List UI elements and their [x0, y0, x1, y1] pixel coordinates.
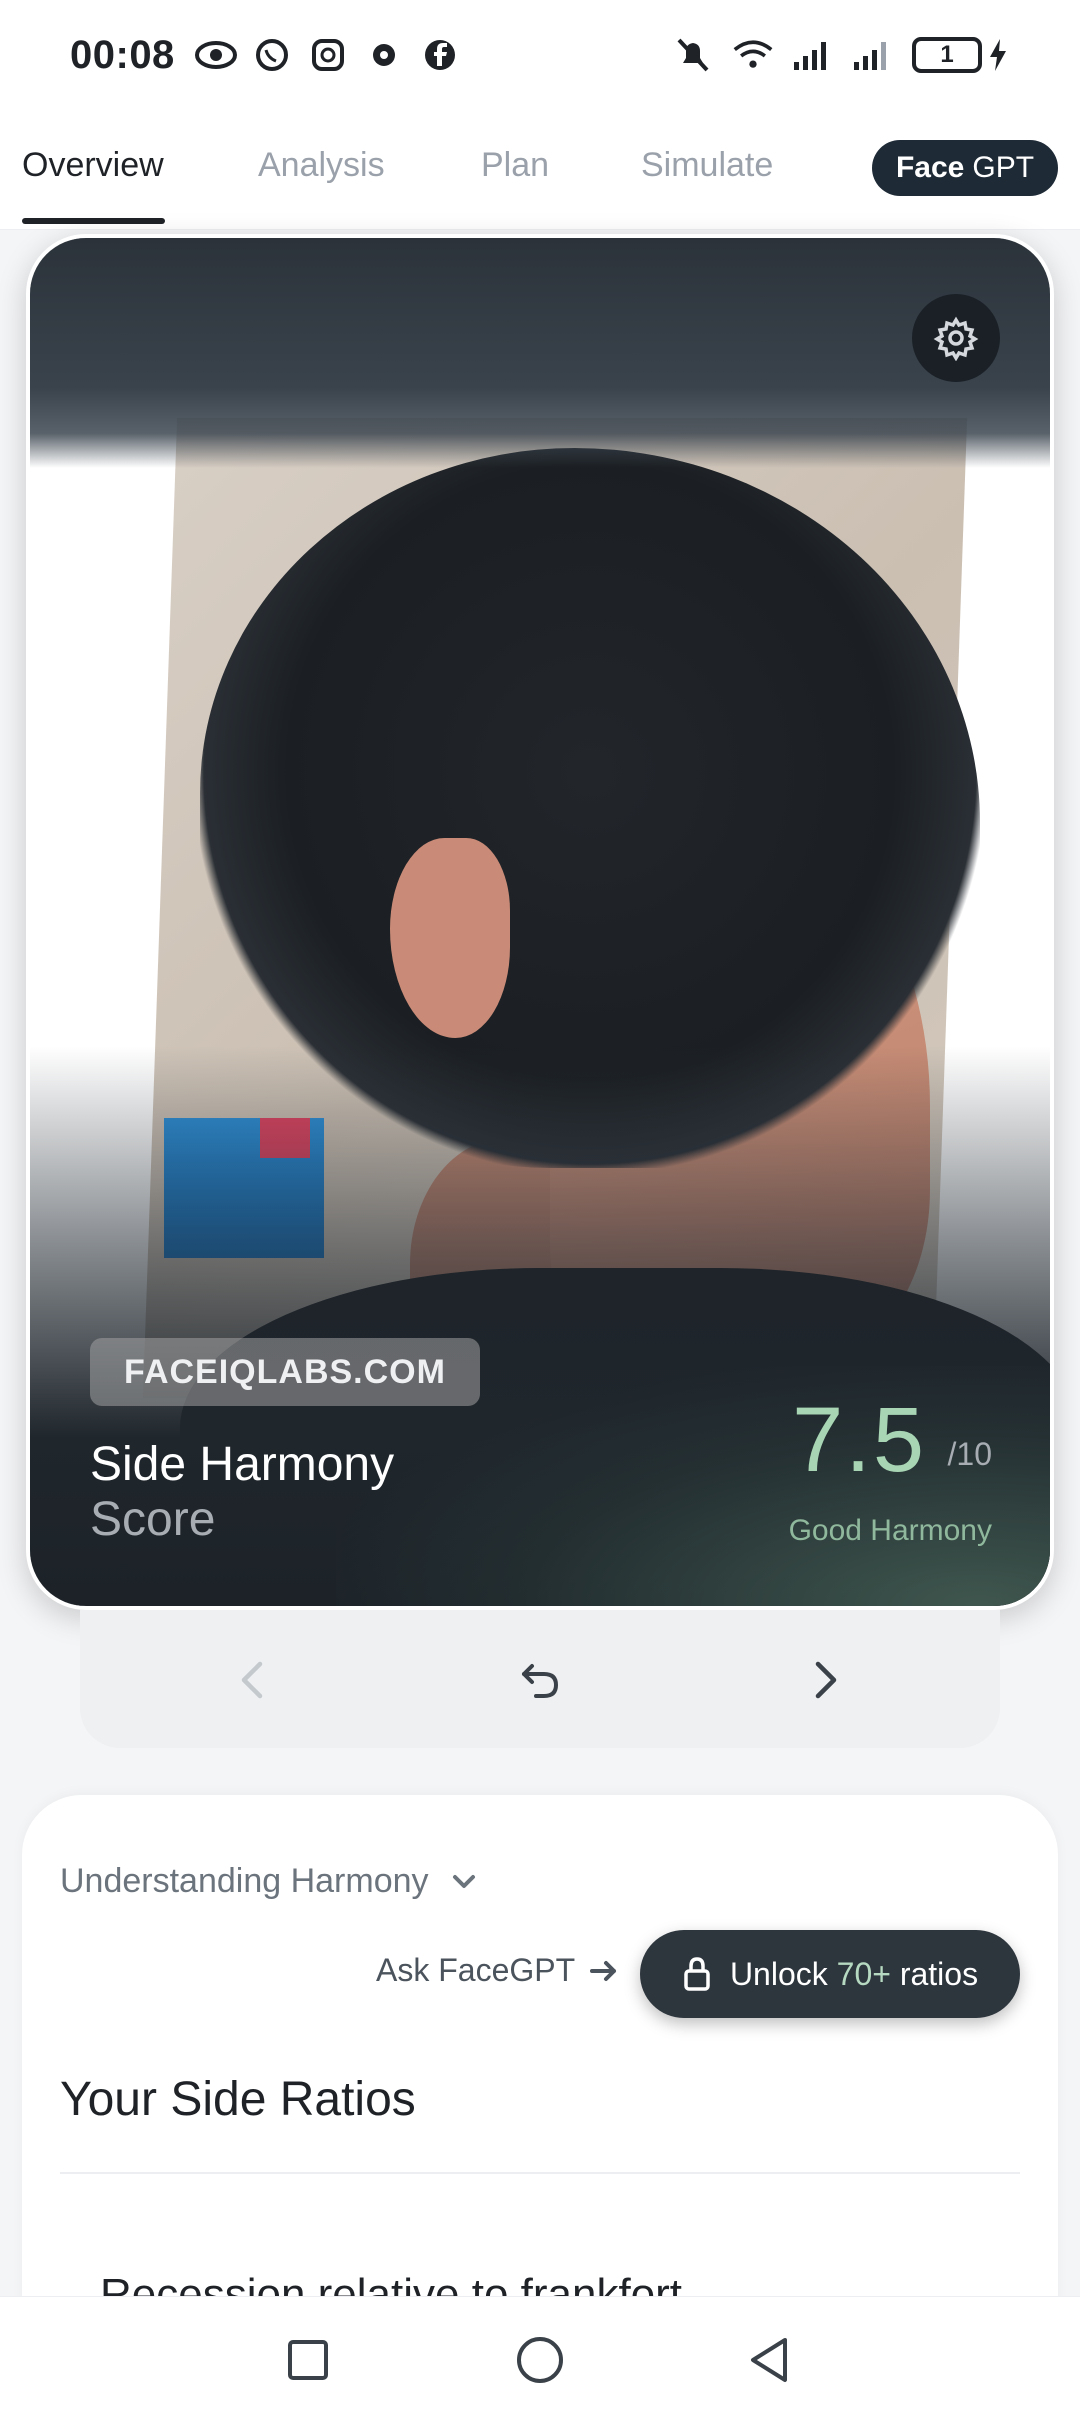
top-shade [30, 238, 1050, 468]
facebook-icon [419, 34, 461, 76]
score-title: Side Harmony [90, 1438, 395, 1491]
score-label: Good Harmony [788, 1514, 992, 1547]
square-icon [288, 2340, 328, 2380]
circle-icon [517, 2337, 563, 2383]
tab-overview[interactable]: Overview [22, 146, 164, 185]
wifi-icon [732, 34, 774, 76]
status-right: 1 [672, 34, 1010, 76]
tab-plan[interactable]: Plan [481, 146, 549, 185]
section-divider [60, 2172, 1020, 2174]
signal-icon [852, 34, 894, 76]
arrow-right-icon [590, 1960, 617, 1981]
battery-icon: 1 [912, 37, 1010, 73]
tab-simulate[interactable]: Simulate [641, 146, 773, 185]
lock-icon [684, 1957, 710, 1991]
score-value: 7.5 [792, 1389, 926, 1491]
recent-apps-button[interactable] [278, 2330, 338, 2390]
gear-icon [933, 316, 979, 361]
ask-facegpt-link[interactable]: Ask FaceGPT [376, 1952, 619, 1989]
bell-muted-icon [672, 34, 714, 76]
chevron-down-icon [452, 1874, 475, 1888]
status-time: 00:08 [70, 32, 175, 77]
understanding-dropdown[interactable]: Understanding Harmony [60, 1862, 477, 1901]
chevron-left-icon [241, 1661, 263, 1699]
status-left: 00:08 [70, 33, 461, 78]
facegpt-button[interactable]: Face GPT [872, 140, 1058, 196]
unlock-suffix: ratios [899, 1955, 979, 1992]
unlock-highlight: 70+ [836, 1955, 891, 1992]
charging-icon [990, 39, 1006, 71]
unlock-ratios-button[interactable]: Unlock 70+ ratios [640, 1930, 1020, 2018]
next-button[interactable] [796, 1650, 856, 1710]
tab-analysis[interactable]: Analysis [258, 146, 385, 185]
top-tabs: Overview Analysis Plan Simulate Face GPT [0, 110, 1080, 230]
ask-facegpt-label: Ask FaceGPT [376, 1952, 576, 1988]
gear-icon [363, 34, 405, 76]
score-subtitle: Score [90, 1493, 216, 1546]
score-max: /10 [947, 1436, 992, 1472]
battery-level: 1 [912, 37, 982, 73]
section-title: Your Side Ratios [60, 2073, 416, 2126]
triangle-back-icon [751, 2338, 787, 2382]
eye-icon [194, 34, 237, 76]
reset-button[interactable] [510, 1650, 570, 1710]
status-bar: 00:08 1 [0, 0, 1080, 110]
settings-button[interactable] [912, 294, 1000, 382]
whatsapp-icon [251, 34, 293, 76]
facegpt-bold: Face [895, 151, 965, 184]
undo-icon [522, 1664, 559, 1698]
unlock-label: Unlock 70+ ratios [730, 1956, 978, 1993]
back-button[interactable] [740, 2330, 800, 2390]
active-tab-indicator [22, 218, 165, 224]
instagram-icon [307, 34, 349, 76]
unlock-prefix: Unlock [729, 1955, 828, 1992]
harmony-card: FACEIQLABS.COM Side Harmony Score 7.5 /1… [26, 234, 1054, 1610]
facegpt-light: GPT [972, 151, 1035, 184]
prev-button[interactable] [222, 1650, 282, 1710]
understanding-label: Understanding Harmony [60, 1862, 429, 1900]
signal-icon [792, 34, 834, 76]
home-button[interactable] [510, 2330, 570, 2390]
watermark-badge: FACEIQLABS.COM [90, 1338, 480, 1406]
chevron-right-icon [815, 1661, 837, 1699]
